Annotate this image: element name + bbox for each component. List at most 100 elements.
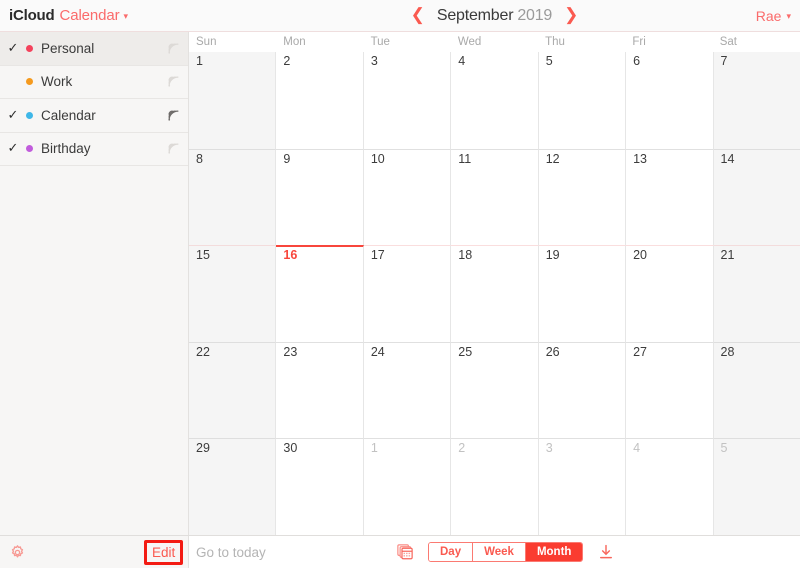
brand-app-label: Calendar [59,6,120,24]
edit-button[interactable]: Edit [144,539,184,565]
week-row: 22 23 24 25 26 27 28 [189,341,800,439]
day-number-label: 24 [370,344,385,359]
calendar-name-label: Personal [41,40,95,56]
page-title: September 2019 [437,7,552,25]
day-number-label: 4 [458,54,466,68]
account-menu[interactable]: Rae ▾ [756,0,791,32]
day-cell[interactable]: 26 [538,341,627,439]
gear-icon[interactable] [6,541,28,563]
day-cell[interactable]: 25 [451,341,539,439]
day-cell[interactable]: 13 [626,148,714,246]
day-cell[interactable]: 12 [538,148,627,246]
day-cell[interactable]: 14 [713,148,800,246]
month-navigator: ❮ September 2019 ❯ [189,0,800,32]
day-cell[interactable]: 27 [626,341,714,439]
view-mode-day-button[interactable]: Day [429,543,474,561]
day-cell[interactable]: 22 [189,341,277,439]
day-cell[interactable]: 3 [538,438,627,535]
day-cell[interactable]: 1 [189,52,277,149]
day-number-label: 15 [196,248,210,263]
day-cell[interactable]: 21 [713,245,800,342]
day-number-label: 26 [545,344,560,359]
day-cell[interactable]: 8 [189,148,277,246]
weekday-header-tue: Tue [370,36,390,48]
day-cell[interactable]: 15 [189,245,277,342]
day-number-label: 8 [196,151,203,166]
view-mode-week-button[interactable]: Week [473,543,526,561]
day-cell[interactable]: 3 [363,52,452,149]
day-cell[interactable]: 7 [713,52,800,149]
go-to-today-button[interactable]: Go to today [196,545,266,560]
chevron-right-icon[interactable]: ❯ [552,7,590,24]
chevron-left-icon[interactable]: ❮ [399,7,437,24]
day-cell[interactable]: 2 [276,52,364,149]
day-cell[interactable]: 23 [276,341,364,439]
calendar-list-item[interactable]: ✓ Personal [0,32,188,66]
day-cell[interactable]: 9 [276,148,364,246]
day-cell[interactable]: 11 [451,148,539,246]
day-number-label: 5 [720,441,728,456]
day-number-label: 21 [720,248,735,263]
broadcast-icon[interactable] [162,141,188,156]
broadcast-icon[interactable] [162,108,188,123]
calendar-name-label: Birthday [41,141,91,157]
day-number-label: 2 [283,54,291,68]
calendar-name-label: Calendar [41,107,96,123]
bottom-bar-controls: Day Week Month [394,536,617,568]
calendar-checkmark-icon[interactable]: ✓ [0,142,26,155]
brand-icloud-label: iCloud [9,6,55,24]
day-cell[interactable]: 5 [713,438,800,535]
day-cell[interactable]: 17 [363,245,452,342]
calendar-list-item[interactable]: ✓ Calendar [0,99,188,133]
day-number-label: 4 [633,441,641,456]
calendar-list-item[interactable]: Work [0,66,188,99]
day-number-label: 20 [633,248,648,263]
weekday-header-sun: Sun [189,32,277,52]
day-number-label: 19 [545,248,560,263]
weekday-header-fri: Fri [632,36,646,48]
day-number-label: 11 [458,151,472,166]
day-cell[interactable]: 19 [538,245,627,342]
day-cell[interactable]: 20 [626,245,714,342]
weekday-header-thu: Thu [545,36,565,48]
top-bar-main: ❮ September 2019 ❯ Rae ▾ [189,0,800,32]
day-cell-today[interactable]: 16 [276,245,364,342]
day-cell[interactable]: 30 [276,438,364,535]
calendar-grid: Sun Mon Tue Wed Thu Fri Sat 1 2 3 4 5 6 7 8 9 10 11 12 13 1… [189,32,800,535]
day-number-label: 10 [370,151,385,166]
day-cell[interactable]: 4 [626,438,714,535]
broadcast-icon[interactable] [162,74,188,89]
day-cell[interactable]: 18 [451,245,539,342]
broadcast-icon[interactable] [162,41,188,56]
day-cell[interactable]: 29 [189,438,277,535]
day-number-label: 29 [196,441,210,456]
day-number-label: 25 [458,344,473,359]
day-number-label: 22 [196,344,210,359]
day-number-label: 14 [720,151,735,166]
day-cell[interactable]: 2 [451,438,539,535]
app-body: ✓ Personal Work ✓ Calendar ✓ Birthday Sun Mon Tu… [0,32,800,535]
day-cell[interactable]: 28 [713,341,800,439]
day-number-label: 27 [633,344,648,359]
day-number-label: 9 [283,151,291,166]
calendar-checkmark-icon[interactable]: ✓ [0,109,26,122]
day-cell[interactable]: 5 [538,52,627,149]
day-cell[interactable]: 4 [451,52,539,149]
view-mode-month-button[interactable]: Month [525,543,583,561]
day-number-label: 6 [633,54,641,68]
day-cell[interactable]: 10 [363,148,452,246]
calendar-list-item[interactable]: ✓ Birthday [0,133,188,166]
week-row: 15 16 17 18 19 20 21 [189,245,800,342]
bottom-bar-right: Go to today Day Week Month [189,535,800,568]
download-icon[interactable] [595,541,617,563]
day-cell[interactable]: 6 [626,52,714,149]
day-cell[interactable]: 1 [363,438,452,535]
view-mode-segmented-control: Day Week Month [428,542,584,562]
year-label: 2019 [517,6,553,24]
brand-menu[interactable]: iCloud Calendar ▾ [0,0,189,32]
calendar-checkmark-icon[interactable]: ✓ [0,42,26,55]
week-row: 8 9 10 11 12 13 14 [189,148,800,246]
calendar-stack-icon[interactable] [394,541,416,563]
day-cell[interactable]: 24 [363,341,452,439]
calendar-color-dot [26,145,33,153]
